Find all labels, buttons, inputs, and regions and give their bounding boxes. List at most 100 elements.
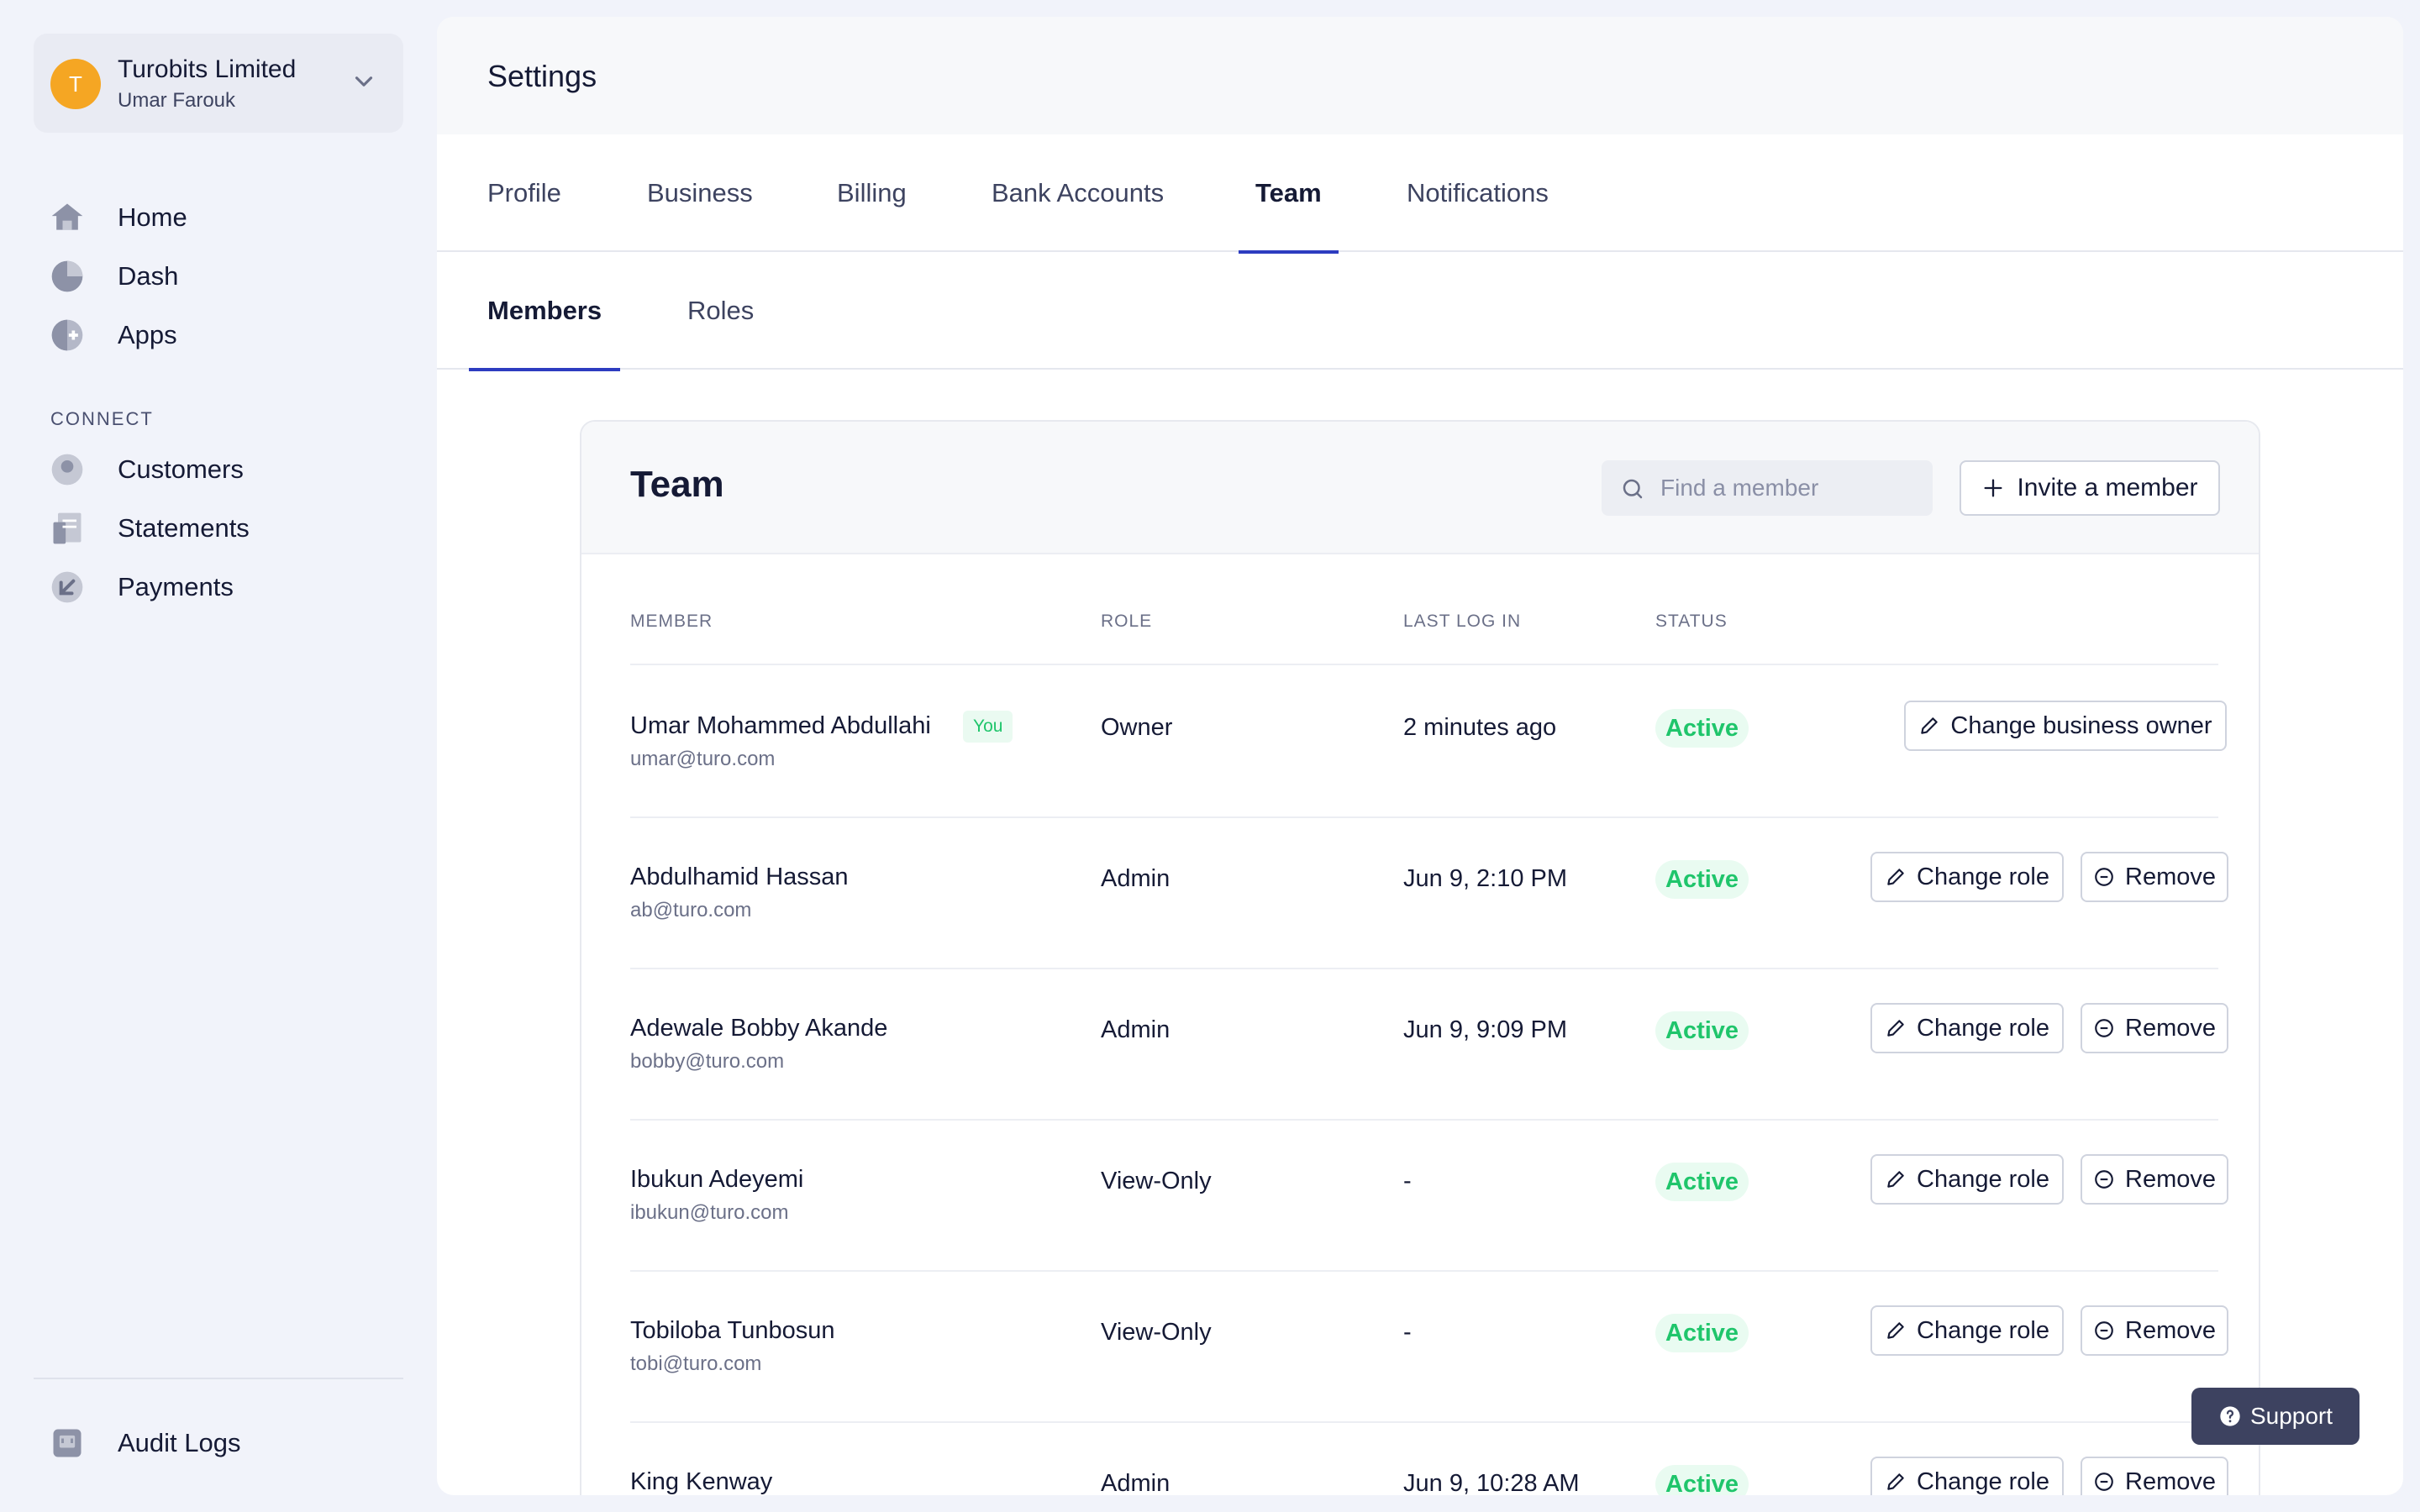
table-row: Adewale Bobby Akande bobby@turo.com Admi… — [630, 969, 2228, 1121]
column-header-role: ROLE — [1101, 612, 1153, 631]
home-icon — [51, 203, 83, 230]
invite-member-label: Invite a member — [2017, 474, 2198, 501]
minus-circle-icon — [2095, 868, 2113, 886]
footer-nav: Audit Logs — [34, 1414, 403, 1473]
status-badge: Active — [1655, 860, 1749, 899]
remove-button[interactable]: Remove — [2081, 1154, 2228, 1205]
remove-button[interactable]: Remove — [2081, 1305, 2228, 1356]
sidebar-item-apps[interactable]: Apps — [34, 306, 403, 365]
sidebar-item-label: Apps — [118, 320, 177, 349]
minus-circle-icon — [2095, 1170, 2113, 1189]
table-row: King Kenway Admin Jun 9, 10:28 AM Active… — [630, 1423, 2228, 1495]
member-email: ab@turo.com — [630, 899, 752, 921]
apps-icon — [51, 319, 83, 351]
support-button[interactable]: Support — [2191, 1388, 2360, 1445]
member-role: Admin — [1101, 1470, 1171, 1495]
nav-section-title: CONNECT — [50, 408, 154, 429]
table-row: Abdulhamid Hassan ab@turo.com Admin Jun … — [630, 818, 2228, 969]
remove-button[interactable]: Remove — [2081, 1003, 2228, 1053]
main-nav: Home Dash Apps — [34, 188, 403, 365]
button-label: Change business owner — [1950, 711, 2212, 739]
org-name: Turobits Limited — [118, 55, 297, 83]
team-card-header: Team Invite a member — [581, 422, 2259, 554]
member-name: Tobiloba Tunbosun — [630, 1317, 835, 1344]
you-badge: You — [963, 711, 1013, 743]
arrow-down-left-icon — [51, 571, 83, 603]
member-last-login: - — [1403, 1319, 1412, 1346]
search-input[interactable] — [1660, 460, 1921, 516]
member-email: ibukun@turo.com — [630, 1201, 789, 1224]
tab-roles[interactable]: Roles — [687, 252, 754, 370]
sidebar-item-customers[interactable]: Customers — [34, 440, 403, 499]
sidebar-item-home[interactable]: Home — [34, 188, 403, 247]
org-switcher[interactable]: T Turobits Limited Umar Farouk — [34, 34, 403, 133]
member-role: View-Only — [1101, 1168, 1212, 1194]
pencil-icon — [1887, 1171, 1904, 1188]
sidebar-item-dash[interactable]: Dash — [34, 247, 403, 306]
connect-nav: Customers Statements Payments — [34, 440, 403, 617]
member-name: Umar Mohammed Abdullahi — [630, 712, 931, 739]
sidebar-item-label: Audit Logs — [118, 1428, 241, 1457]
status-badge: Active — [1655, 1314, 1749, 1352]
tab-team[interactable]: Team — [1239, 134, 1339, 254]
table-row: Umar Mohammed Abdullahi You umar@turo.co… — [630, 667, 2227, 818]
team-title: Team — [630, 464, 724, 505]
change-role-button[interactable]: Change role — [1870, 1457, 2064, 1495]
member-email: umar@turo.com — [630, 748, 776, 770]
member-last-login: Jun 9, 9:09 PM — [1403, 1016, 1568, 1043]
tab-business[interactable]: Business — [647, 134, 753, 252]
sidebar-item-audit-logs[interactable]: Audit Logs — [34, 1414, 403, 1473]
member-name: Ibukun Adeyemi — [630, 1166, 804, 1193]
sidebar-item-payments[interactable]: Payments — [34, 558, 403, 617]
tab-members[interactable]: Members — [468, 252, 621, 371]
member-role: Admin — [1101, 1016, 1171, 1043]
member-last-login: 2 minutes ago — [1403, 714, 1557, 741]
pencil-icon — [1887, 1473, 1904, 1490]
org-user-name: Umar Farouk — [118, 89, 236, 112]
member-name: Adewale Bobby Akande — [630, 1015, 888, 1042]
sidebar-item-label: Home — [118, 202, 187, 232]
change-role-button[interactable]: Change role — [1870, 1003, 2064, 1053]
member-role: View-Only — [1101, 1319, 1212, 1346]
member-email: tobi@turo.com — [630, 1352, 762, 1375]
table-row: Tobiloba Tunbosun tobi@turo.com View-Onl… — [630, 1272, 2228, 1423]
tab-profile[interactable]: Profile — [487, 134, 561, 252]
document-icon — [53, 512, 82, 544]
button-label: Remove — [2125, 1014, 2216, 1042]
page-title: Settings — [487, 59, 597, 93]
status-badge: Active — [1655, 1163, 1749, 1201]
button-label: Change role — [1917, 1316, 2049, 1344]
tab-notifications[interactable]: Notifications — [1407, 134, 1549, 252]
tab-billing[interactable]: Billing — [837, 134, 907, 252]
change-role-button[interactable]: Change role — [1870, 1154, 2064, 1205]
sidebar-item-label: Customers — [118, 454, 244, 484]
pencil-icon — [1921, 717, 1939, 734]
button-label: Change role — [1917, 1467, 2049, 1495]
status-badge: Active — [1655, 1011, 1749, 1050]
change-business-owner-button[interactable]: Change business owner — [1904, 701, 2227, 751]
tab-bank-accounts[interactable]: Bank Accounts — [992, 134, 1164, 252]
sidebar-item-label: Statements — [118, 513, 250, 543]
member-email: bobby@turo.com — [630, 1050, 785, 1073]
button-label: Remove — [2125, 1316, 2216, 1344]
minus-circle-icon — [2095, 1473, 2113, 1491]
button-label: Change role — [1917, 863, 2049, 890]
remove-button[interactable]: Remove — [2081, 1457, 2228, 1495]
user-icon — [51, 454, 83, 486]
button-label: Remove — [2125, 1467, 2216, 1495]
sidebar-item-label: Payments — [118, 572, 234, 601]
remove-button[interactable]: Remove — [2081, 852, 2228, 902]
table-header: MEMBER ROLE LAST LOG IN STATUS — [630, 590, 2218, 665]
column-header-status: STATUS — [1655, 612, 1728, 631]
change-role-button[interactable]: Change role — [1870, 1305, 2064, 1356]
sidebar-item-label: Dash — [118, 261, 179, 291]
member-role: Owner — [1101, 714, 1173, 741]
change-role-button[interactable]: Change role — [1870, 852, 2064, 902]
org-avatar: T — [50, 59, 101, 109]
pencil-icon — [1887, 1322, 1904, 1339]
member-last-login: Jun 9, 2:10 PM — [1403, 865, 1568, 892]
invite-member-button[interactable]: Invite a member — [1960, 460, 2220, 516]
sidebar-item-statements[interactable]: Statements — [34, 499, 403, 558]
status-badge: Active — [1655, 709, 1749, 748]
support-label: Support — [2249, 1403, 2333, 1429]
